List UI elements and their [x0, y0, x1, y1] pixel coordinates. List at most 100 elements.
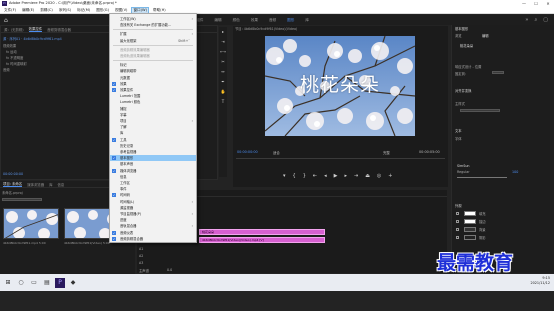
- track-label[interactable]: A1: [139, 247, 143, 251]
- in-point-icon[interactable]: {: [293, 173, 296, 179]
- workspace-tab[interactable]: 组件: [196, 18, 203, 23]
- window-menu-item[interactable]: 时间轴(L) ›: [110, 199, 196, 205]
- home-icon[interactable]: ⌂: [4, 17, 8, 24]
- shadow-checkbox[interactable]: [456, 236, 459, 239]
- window-menu-item[interactable]: ✓ 媒体浏览器: [110, 168, 196, 174]
- window-menu-item[interactable]: 项目 ›: [110, 118, 196, 124]
- go-to-in-icon[interactable]: ⇤: [313, 173, 317, 179]
- window-menu-item[interactable]: 信息: [110, 174, 196, 180]
- window-menu-item[interactable]: 库: [110, 130, 196, 136]
- timeline-clip-title[interactable]: 桃花朵朵: [199, 229, 325, 235]
- window-menu-item[interactable]: 参考监视器: [110, 149, 196, 155]
- marker-icon[interactable]: ▾: [283, 173, 286, 179]
- play-icon[interactable]: ▶: [334, 173, 338, 179]
- tab-audio-clip-mixer[interactable]: 音频剪辑混合器: [47, 27, 71, 32]
- menu-graphics[interactable]: 图形(G): [95, 8, 110, 13]
- workspace-tab[interactable]: 音频: [269, 18, 276, 23]
- font-style-value[interactable]: Regular: [457, 170, 470, 174]
- project-item-thumbnail[interactable]: [3, 208, 59, 239]
- explorer-icon[interactable]: ▤: [42, 278, 52, 288]
- menu-markers[interactable]: 标记(M): [76, 8, 91, 13]
- go-to-out-icon[interactable]: ⇥: [354, 173, 358, 179]
- menu-edit[interactable]: 编辑(E): [21, 8, 35, 13]
- tab-source[interactable]: 源：(无剪辑): [4, 27, 24, 32]
- window-menu-item[interactable]: 标记: [110, 62, 196, 68]
- window-menu-item[interactable]: 扩展 ›: [110, 31, 196, 37]
- slip-icon[interactable]: ↔: [221, 67, 224, 77]
- tab-effect-controls[interactable]: 效果控件: [28, 26, 43, 32]
- maximize-icon[interactable]: ☐: [530, 0, 542, 7]
- window-menu-item[interactable]: 查找有关 Exchange 的扩展功能...: [110, 22, 196, 28]
- master-value[interactable]: 0.0: [167, 268, 172, 272]
- window-menu-item[interactable]: 最大化框架 Shift+`: [110, 38, 196, 44]
- window-menu-item[interactable]: Lumetri 范围: [110, 93, 196, 99]
- camera-icon[interactable]: ◎: [377, 173, 381, 179]
- font-family-value[interactable]: SimSun: [457, 164, 470, 168]
- lift-icon[interactable]: ⏏: [365, 173, 370, 179]
- step-forward-icon[interactable]: ▸: [344, 173, 347, 179]
- source-timecode[interactable]: 00:00:00:00: [3, 172, 23, 176]
- window-menu-item[interactable]: 节目监视器(P) ›: [110, 211, 196, 217]
- track-label[interactable]: A3: [139, 261, 143, 265]
- app-taskbar-icon[interactable]: ◆: [68, 278, 78, 288]
- window-menu-item[interactable]: 进度: [110, 217, 196, 223]
- window-menu-item[interactable]: 基本声音: [110, 161, 196, 167]
- search-icon[interactable]: ⌕: [534, 17, 537, 23]
- windows-start-icon[interactable]: ⊞: [3, 278, 13, 288]
- track-label[interactable]: A2: [139, 254, 143, 258]
- type-tool-icon[interactable]: T: [222, 97, 224, 107]
- hand-icon[interactable]: ✋: [221, 87, 226, 97]
- window-menu-item[interactable]: ✓ 时间码: [110, 192, 196, 198]
- razor-icon[interactable]: ✂: [221, 57, 224, 67]
- ripple-edit-icon[interactable]: ⟷: [220, 47, 226, 57]
- source-sequence-row[interactable]: 源 · 序列01 · 4b6d8b0c9cd9f61.mp4: [3, 36, 62, 41]
- more-icon[interactable]: »: [525, 17, 528, 23]
- selection-tool-icon[interactable]: ▸: [222, 27, 224, 37]
- quality-dropdown[interactable]: 完整: [383, 150, 390, 155]
- window-menu-item[interactable]: ✓ 音频剪辑混合器: [110, 236, 196, 242]
- window-menu-item[interactable]: ✓ 音频仪表: [110, 230, 196, 236]
- window-menu-item[interactable]: ✓ 基本图形: [110, 155, 196, 162]
- workspace-tab[interactable]: 库: [305, 18, 309, 23]
- search-icon[interactable]: ○: [16, 278, 26, 288]
- window-menu-item[interactable]: 元数据: [110, 75, 196, 81]
- tab-edit[interactable]: 编辑: [482, 33, 489, 38]
- window-menu-item[interactable]: 源监视器: [110, 205, 196, 211]
- window-menu-item[interactable]: ✓ 工具: [110, 137, 196, 143]
- font-size-value[interactable]: 100: [512, 170, 518, 174]
- window-menu-item[interactable]: ✓ 效果控件: [110, 87, 196, 93]
- tab-browse[interactable]: 浏览: [455, 33, 462, 38]
- tab-media-browser[interactable]: 媒体浏览器: [27, 182, 44, 187]
- window-menu-item[interactable]: 字幕: [110, 112, 196, 118]
- menu-view[interactable]: 视图(V): [114, 8, 128, 13]
- effect-row-opacity[interactable]: fx 不透明度: [6, 55, 23, 60]
- premiere-taskbar-icon[interactable]: P: [55, 277, 65, 288]
- background-color-swatch[interactable]: [464, 227, 476, 232]
- window-menu-item[interactable]: ✓ 效果: [110, 81, 196, 87]
- stroke-color-swatch[interactable]: [464, 219, 476, 224]
- speech-bubble-icon[interactable]: ▢: [543, 17, 548, 23]
- system-clock[interactable]: 9:15 2021/11/12: [530, 276, 550, 286]
- video-frame[interactable]: 桃花朵朵: [265, 36, 415, 136]
- font-size-slider[interactable]: [457, 177, 507, 178]
- pen-icon[interactable]: ✒: [221, 77, 224, 87]
- menu-file[interactable]: 文件(F): [3, 8, 17, 13]
- tab-project[interactable]: 项目: 未命名: [3, 181, 23, 187]
- menu-sequence[interactable]: 序列(S): [58, 8, 72, 13]
- pin-to-dropdown[interactable]: [492, 71, 504, 74]
- close-icon[interactable]: ✕: [542, 0, 554, 7]
- shadow-color-swatch[interactable]: [464, 235, 476, 240]
- project-search-input[interactable]: [2, 198, 42, 201]
- window-menu-item[interactable]: 工作区: [110, 180, 196, 186]
- workspace-tab-graphics[interactable]: 图形: [287, 18, 294, 23]
- out-point-icon[interactable]: }: [303, 173, 306, 179]
- window-menu-item[interactable]: 历史记录: [110, 143, 196, 149]
- task-view-icon[interactable]: ▭: [29, 278, 39, 288]
- step-back-icon[interactable]: ◂: [324, 173, 327, 179]
- program-ruler[interactable]: [236, 156, 445, 159]
- window-menu-item[interactable]: 事件: [110, 186, 196, 192]
- window-menu-item[interactable]: 音轨混合器 ›: [110, 223, 196, 229]
- tab-libraries[interactable]: 库: [49, 182, 52, 187]
- fill-checkbox[interactable]: [456, 212, 459, 215]
- tab-info[interactable]: 信息: [58, 182, 65, 187]
